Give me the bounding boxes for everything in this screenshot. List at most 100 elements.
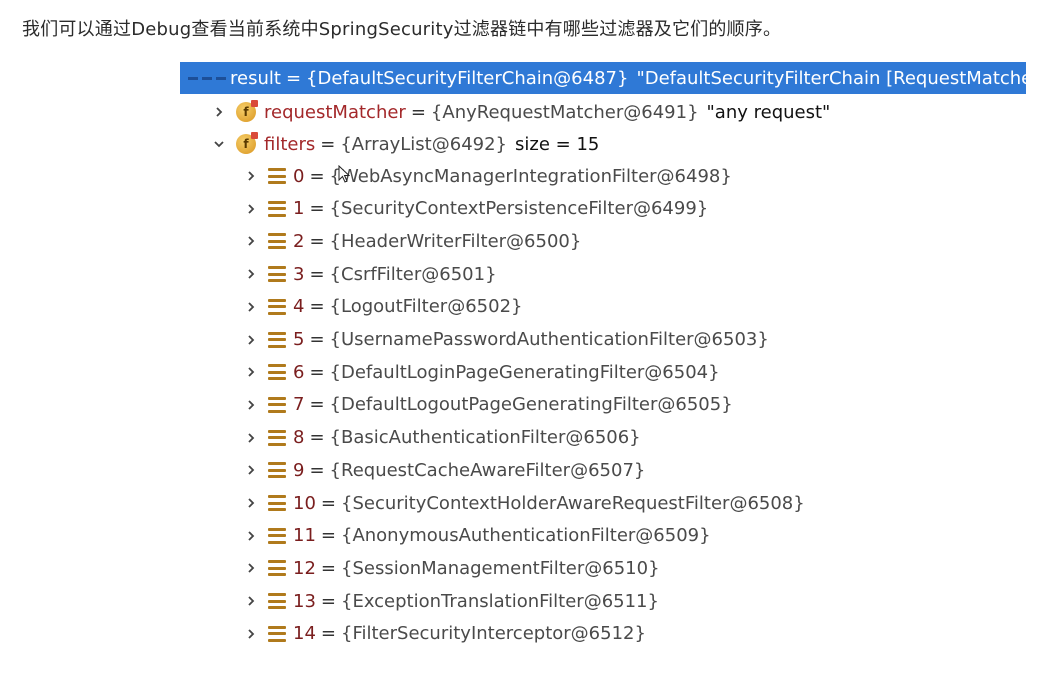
equals-sign: =: [320, 590, 336, 612]
filter-index: 0: [293, 165, 305, 187]
chevron-right-icon[interactable]: [242, 200, 260, 218]
equals-sign: =: [309, 394, 325, 416]
chevron-right-icon[interactable]: [242, 265, 260, 283]
array-element-icon: [268, 396, 286, 413]
chevron-right-icon[interactable]: [242, 527, 260, 545]
field-icon: f: [236, 132, 258, 154]
filter-index: 11: [293, 525, 316, 547]
filter-item-row[interactable]: 12 = {SessionManagementFilter@6510}: [242, 553, 660, 583]
filter-item-row[interactable]: 2 = {HeaderWriterFilter@6500}: [242, 226, 581, 256]
filter-value: {LogoutFilter@6502}: [329, 296, 523, 318]
equals-sign: =: [285, 67, 302, 89]
chevron-right-icon[interactable]: [242, 298, 260, 316]
array-element-icon: [268, 462, 286, 479]
filter-item-row[interactable]: 10 = {SecurityContextHolderAwareRequestFil…: [242, 488, 805, 518]
array-element-icon: [268, 560, 286, 577]
array-element-icon: [268, 625, 286, 642]
array-element-icon: [268, 527, 286, 544]
variable-name: result: [230, 67, 281, 89]
filter-index: 12: [293, 557, 316, 579]
array-element-icon: [268, 364, 286, 381]
filter-value: {FilterSecurityInterceptor@6512}: [341, 623, 646, 645]
equals-sign: =: [309, 329, 325, 350]
filter-index: 14: [293, 623, 316, 645]
equals-sign: =: [309, 230, 325, 252]
equals-sign: =: [320, 133, 336, 155]
chevron-right-icon[interactable]: [242, 167, 260, 185]
filter-index: 13: [293, 590, 316, 612]
tree-row-filters[interactable]: f filters = {ArrayList@6492} size = 15: [210, 129, 599, 159]
filter-item-row[interactable]: 4 = {LogoutFilter@6502}: [242, 292, 522, 322]
filter-item-row[interactable]: 3 = {CsrfFilter@6501}: [242, 259, 497, 289]
chevron-right-icon[interactable]: [210, 103, 228, 121]
mouse-cursor-icon: [338, 165, 350, 183]
chevron-right-icon[interactable]: [242, 559, 260, 577]
equals-sign: =: [309, 459, 325, 481]
chevron-right-icon[interactable]: [242, 232, 260, 250]
filter-item-row[interactable]: 7 = {DefaultLogoutPageGeneratingFilter@650…: [242, 390, 733, 420]
filter-item-row[interactable]: 9 = {RequestCacheAwareFilter@6507}: [242, 455, 645, 485]
filter-item-row[interactable]: 11 = {AnonymousAuthenticationFilter@6509}: [242, 521, 711, 551]
chevron-right-icon[interactable]: [242, 494, 260, 512]
filter-index: 7: [293, 394, 305, 416]
filter-item-row[interactable]: 6 = {DefaultLoginPageGeneratingFilter@6504…: [242, 357, 720, 387]
debugger-variables-tree: result = {DefaultSecurityFilterChain@648…: [180, 62, 1026, 662]
chevron-right-icon[interactable]: [242, 461, 260, 479]
filter-value: {UsernamePasswordAuthenticationFilter@65…: [329, 329, 769, 350]
filter-value: {CsrfFilter@6501}: [329, 263, 497, 285]
variable-name: filters: [264, 133, 316, 155]
equals-sign: =: [309, 165, 325, 187]
variable-extra: size = 15: [515, 133, 600, 155]
chevron-right-icon[interactable]: [242, 429, 260, 447]
filter-item-row[interactable]: 1 = {SecurityContextPersistenceFilter@6499…: [242, 194, 708, 224]
filter-value: {HeaderWriterFilter@6500}: [329, 230, 582, 252]
filter-value: {RequestCacheAwareFilter@6507}: [329, 459, 646, 481]
variable-value: {DefaultSecurityFilterChain@6487}: [306, 67, 629, 89]
chevron-down-icon[interactable]: [210, 135, 228, 153]
variable-extra: "any request": [706, 101, 831, 123]
filter-index: 5: [293, 329, 305, 350]
variable-name: requestMatcher: [264, 101, 406, 123]
filter-value: {SecurityContextPersistenceFilter@6499}: [329, 198, 709, 220]
collapse-marker[interactable]: [188, 71, 226, 85]
filter-index: 2: [293, 230, 305, 252]
equals-sign: =: [309, 296, 325, 318]
chevron-right-icon[interactable]: [242, 396, 260, 414]
filter-value: {BasicAuthenticationFilter@6506}: [329, 427, 641, 449]
chevron-right-icon[interactable]: [242, 592, 260, 610]
array-element-icon: [268, 331, 286, 348]
array-element-icon: [268, 266, 286, 283]
equals-sign: =: [320, 623, 336, 645]
variable-extra: "DefaultSecurityFilterChain [RequestMatc…: [636, 67, 1026, 89]
equals-sign: =: [320, 525, 336, 547]
equals-sign: =: [410, 101, 426, 123]
filter-item-row[interactable]: 14 = {FilterSecurityInterceptor@6512}: [242, 619, 646, 649]
equals-sign: =: [309, 263, 325, 285]
equals-sign: =: [309, 427, 325, 449]
array-element-icon: [268, 593, 286, 610]
array-element-icon: [268, 200, 286, 217]
chevron-right-icon[interactable]: [242, 331, 260, 349]
array-element-icon: [268, 233, 286, 250]
array-element-icon: [268, 495, 286, 511]
filter-value: {DefaultLogoutPageGeneratingFilter@6505}: [329, 394, 733, 416]
tree-row-request-matcher[interactable]: f requestMatcher = {AnyRequestMatcher@64…: [210, 97, 830, 127]
filter-index: 10: [293, 492, 316, 514]
filter-item-row[interactable]: 5 = {UsernamePasswordAuthenticationFilter@…: [242, 325, 769, 355]
filter-value: {WebAsyncManagerIntegrationFilter@6498}: [329, 165, 732, 187]
filter-value: {AnonymousAuthenticationFilter@6509}: [341, 525, 711, 547]
equals-sign: =: [320, 557, 336, 579]
equals-sign: =: [309, 198, 325, 220]
chevron-right-icon[interactable]: [242, 625, 260, 643]
filter-index: 1: [293, 198, 305, 220]
filter-item-row[interactable]: 0 = {WebAsyncManagerIntegrationFilter@6498…: [242, 161, 732, 191]
filter-item-row[interactable]: 8 = {BasicAuthenticationFilter@6506}: [242, 423, 641, 453]
tree-row-result[interactable]: result = {DefaultSecurityFilterChain@648…: [180, 62, 1026, 94]
array-element-icon: [268, 429, 286, 446]
chevron-right-icon[interactable]: [242, 363, 260, 381]
filter-item-row[interactable]: 13 = {ExceptionTranslationFilter@6511}: [242, 586, 659, 616]
filter-index: 3: [293, 263, 305, 285]
array-element-icon: [268, 168, 286, 184]
equals-sign: =: [320, 492, 336, 514]
page-caption: 我们可以通过Debug查看当前系统中SpringSecurity过滤器链中有哪些…: [22, 19, 782, 40]
